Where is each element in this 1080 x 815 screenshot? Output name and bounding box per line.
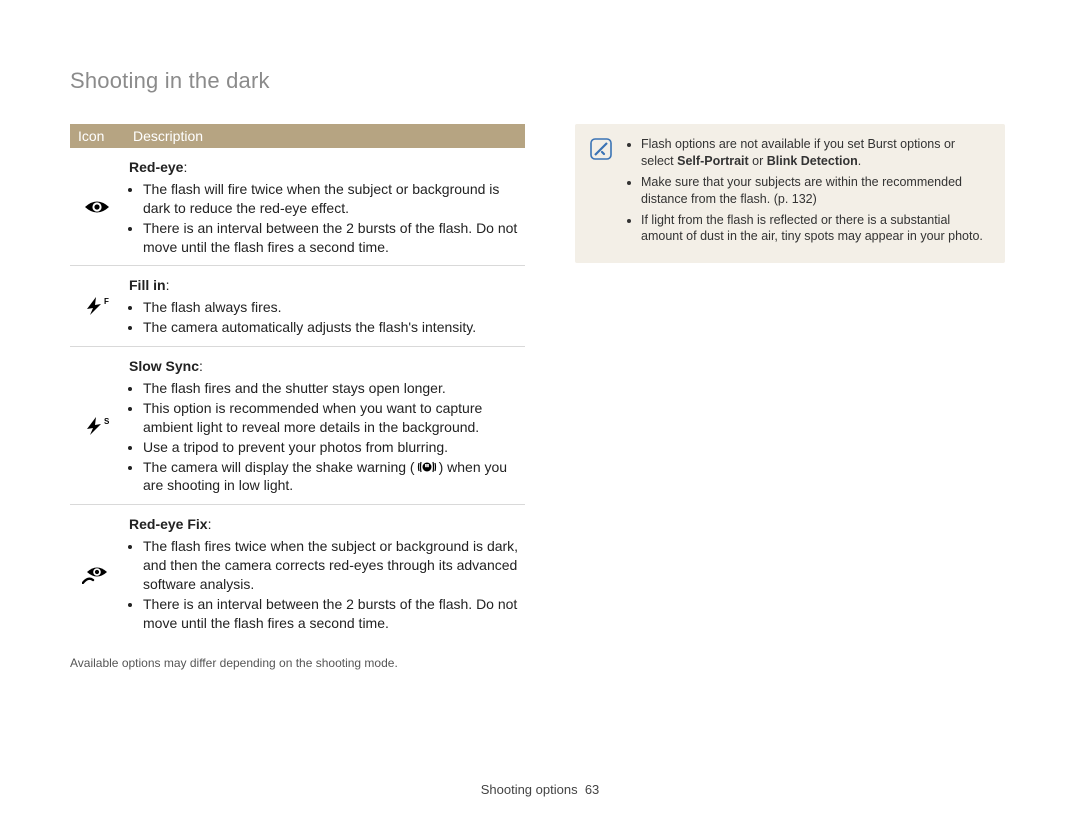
shake-warning-icon bbox=[417, 459, 437, 475]
note-item: If light from the flash is reflected or … bbox=[641, 212, 991, 246]
bullet: The flash will fire twice when the subje… bbox=[143, 180, 519, 218]
bullet: This option is recommended when you want… bbox=[143, 399, 519, 437]
note-icon bbox=[589, 138, 613, 249]
table-row: F Fill in: The flash always fires. The c… bbox=[70, 266, 525, 347]
svg-text:F: F bbox=[104, 297, 109, 306]
note-item: Flash options are not available if you s… bbox=[641, 136, 991, 170]
bullet: The flash fires and the shutter stays op… bbox=[143, 379, 519, 398]
bullet: The camera automatically adjusts the fla… bbox=[143, 318, 519, 337]
note-list: Flash options are not available if you s… bbox=[625, 136, 991, 249]
description-cell: Fill in: The flash always fires. The cam… bbox=[125, 266, 525, 347]
bullet: There is an interval between the 2 burst… bbox=[143, 219, 519, 257]
slow-sync-icon: S bbox=[70, 347, 125, 505]
table-row: S Slow Sync: The flash fires and the shu… bbox=[70, 347, 525, 505]
table-row: Red-eye: The flash will fire twice when … bbox=[70, 148, 525, 266]
description-cell: Slow Sync: The flash fires and the shutt… bbox=[125, 347, 525, 505]
red-eye-icon bbox=[70, 148, 125, 266]
note-box: Flash options are not available if you s… bbox=[575, 124, 1005, 263]
footer-page-number: 63 bbox=[585, 782, 599, 797]
icon-description-table: Icon Description bbox=[70, 124, 525, 642]
red-eye-fix-icon bbox=[70, 505, 125, 642]
bullet-with-icon: The camera will display the shake warnin… bbox=[143, 458, 519, 496]
page-title: Shooting in the dark bbox=[70, 68, 1010, 94]
description-cell: Red-eye Fix: The flash fires twice when … bbox=[125, 505, 525, 642]
bullet: There is an interval between the 2 burst… bbox=[143, 595, 519, 633]
col-header-description: Description bbox=[125, 124, 525, 148]
bullet: Use a tripod to prevent your photos from… bbox=[143, 438, 519, 457]
col-header-icon: Icon bbox=[70, 124, 125, 148]
row-title: Slow Sync bbox=[129, 357, 199, 376]
description-cell: Red-eye: The flash will fire twice when … bbox=[125, 148, 525, 266]
bullet: The flash always fires. bbox=[143, 298, 519, 317]
row-title: Red-eye Fix bbox=[129, 515, 208, 534]
page-footer: Shooting options 63 bbox=[0, 782, 1080, 797]
bullet: The flash fires twice when the subject o… bbox=[143, 537, 519, 594]
fill-in-icon: F bbox=[70, 266, 125, 347]
table-footnote: Available options may differ depending o… bbox=[70, 656, 525, 670]
footer-section: Shooting options bbox=[481, 782, 578, 797]
icon-description-table-wrapper: Icon Description bbox=[70, 124, 525, 670]
row-title: Red-eye bbox=[129, 158, 183, 177]
table-row: Red-eye Fix: The flash fires twice when … bbox=[70, 505, 525, 642]
svg-text:S: S bbox=[104, 417, 110, 426]
note-item: Make sure that your subjects are within … bbox=[641, 174, 991, 208]
row-title: Fill in bbox=[129, 276, 166, 295]
